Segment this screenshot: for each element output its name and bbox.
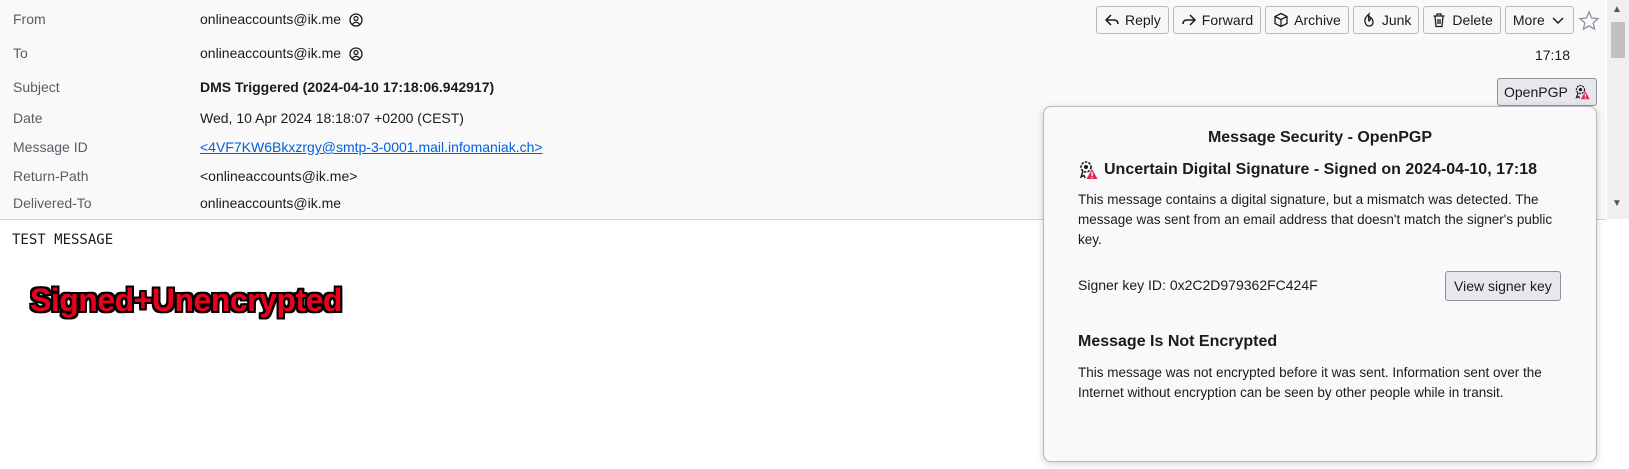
view-signer-key-button[interactable]: View signer key — [1445, 271, 1561, 301]
date-value: Wed, 10 Apr 2024 18:18:07 +0200 (CEST) — [200, 110, 464, 126]
return-path-label: Return-Path — [13, 168, 89, 184]
header-row-date: Date Wed, 10 Apr 2024 18:18:07 +0200 (CE… — [0, 108, 1100, 130]
to-label: To — [13, 45, 28, 61]
return-path-value: <onlineaccounts@ik.me> — [200, 168, 358, 184]
forward-icon — [1182, 14, 1196, 26]
scroll-down-arrow[interactable]: ▼ — [1612, 198, 1622, 209]
openpgp-label: OpenPGP — [1504, 84, 1568, 100]
message-id-link[interactable]: <4VF7KW6Bkxzrgy@smtp-3-0001.mail.infoman… — [200, 139, 543, 155]
from-label: From — [13, 11, 46, 27]
delete-button[interactable]: Delete — [1423, 6, 1501, 34]
from-value[interactable]: onlineaccounts@ik.me — [200, 11, 363, 27]
forward-button[interactable]: Forward — [1172, 6, 1262, 34]
signature-warning-icon — [1575, 84, 1590, 100]
popup-title: Message Security - OpenPGP — [1207, 129, 1433, 146]
contact-icon[interactable] — [349, 13, 363, 27]
header-row-message-id: Message ID <4VF7KW6Bkxzrgy@smtp-3-0001.m… — [0, 137, 1100, 159]
header-row-from: From onlineaccounts@ik.me — [0, 9, 1100, 31]
archive-icon — [1274, 12, 1288, 28]
header-row-delivered-to: Delivered-To onlineaccounts@ik.me — [0, 193, 1100, 215]
reply-icon — [1104, 14, 1119, 26]
archive-label: Archive — [1294, 12, 1341, 28]
to-address[interactable]: onlineaccounts@ik.me — [200, 45, 341, 61]
reply-button[interactable]: Reply — [1096, 6, 1169, 34]
header-row-subject: Subject DMS Triggered (2024-04-10 17:18:… — [0, 77, 1100, 99]
from-address[interactable]: onlineaccounts@ik.me — [200, 11, 341, 27]
signature-warning-icon — [1079, 161, 1098, 179]
junk-button[interactable]: Junk — [1352, 6, 1420, 34]
header-scrollbar[interactable]: ▲ ▼ — [1607, 0, 1629, 219]
forward-label: Forward — [1201, 12, 1254, 28]
junk-icon — [1364, 12, 1374, 27]
signature-description: This message contains a digital signatur… — [1078, 192, 1553, 247]
signed-unencrypted-stamp: Signed+Unencrypted — [30, 282, 342, 318]
contact-icon[interactable] — [349, 47, 363, 61]
delivered-to-label: Delivered-To — [13, 195, 92, 211]
message-security-popup: Message Security - OpenPGP Uncertain Dig… — [1043, 106, 1597, 462]
to-value[interactable]: onlineaccounts@ik.me — [200, 45, 363, 61]
message-text: TEST MESSAGE — [12, 232, 114, 248]
encryption-status-title: Message Is Not Encrypted — [1078, 333, 1278, 350]
message-toolbar: Reply Forward Archive Junk Delete More — [1096, 6, 1574, 36]
header-row-to: To onlineaccounts@ik.me — [0, 43, 1100, 65]
openpgp-button[interactable]: OpenPGP — [1497, 78, 1597, 106]
archive-button[interactable]: Archive — [1265, 6, 1349, 34]
junk-label: Junk — [1381, 12, 1412, 28]
scroll-thumb[interactable] — [1611, 22, 1625, 58]
date-label: Date — [13, 110, 43, 126]
delivered-to-value: onlineaccounts@ik.me — [200, 195, 342, 211]
trash-icon — [1433, 13, 1445, 28]
more-button[interactable]: More — [1504, 6, 1574, 34]
encryption-description: This message was not encrypted before it… — [1078, 365, 1542, 400]
signer-key-id: Signer key ID: 0x2C2D979362FC424F — [1078, 277, 1318, 293]
more-label: More — [1512, 12, 1545, 28]
subject-label: Subject — [13, 79, 60, 95]
header-row-return-path: Return-Path <onlineaccounts@ik.me> — [0, 166, 1100, 188]
subject-value: DMS Triggered (2024-04-10 17:18:06.94291… — [200, 79, 495, 95]
star-icon[interactable] — [1578, 10, 1600, 32]
chevron-down-icon — [1552, 17, 1564, 25]
signature-status-title: Uncertain Digital Signature - Signed on … — [1104, 161, 1538, 178]
delete-label: Delete — [1452, 12, 1493, 28]
signature-status: Uncertain Digital Signature - Signed on … — [1078, 160, 1537, 180]
scroll-up-arrow[interactable]: ▲ — [1612, 4, 1622, 15]
message-id-label: Message ID — [13, 139, 88, 155]
message-time: 17:18 — [1534, 47, 1570, 63]
reply-label: Reply — [1125, 12, 1161, 28]
